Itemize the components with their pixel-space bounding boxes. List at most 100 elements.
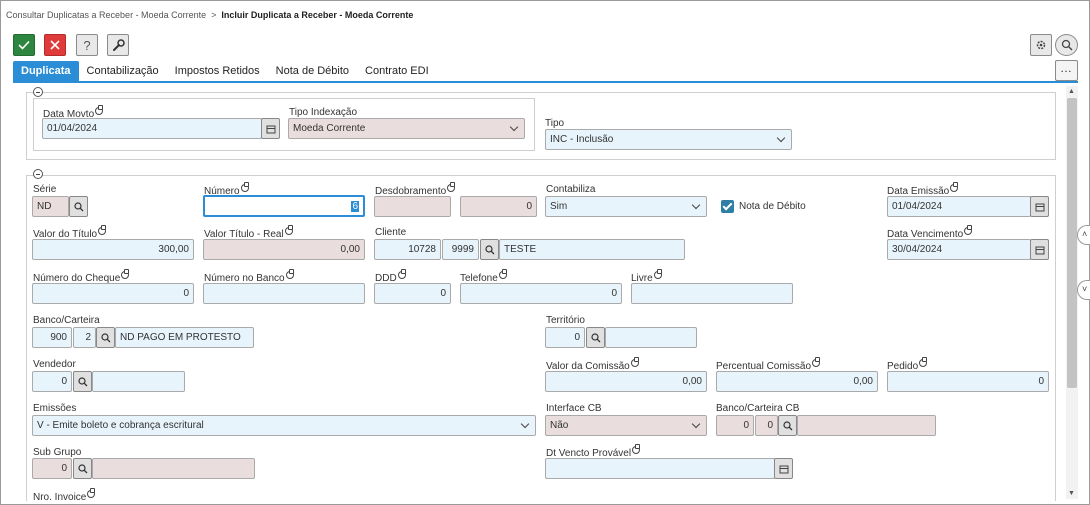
tools-button[interactable] <box>107 34 129 56</box>
breadcrumb: Consultar Duplicatas a Receber - Moeda C… <box>6 10 414 20</box>
sub-grupo-input[interactable]: 0 <box>32 458 72 479</box>
cliente-name-input[interactable]: TESTE <box>499 239 685 260</box>
scrollbar-thumb[interactable] <box>1067 98 1077 388</box>
search-icon <box>590 332 600 342</box>
banco-carteira-search-button[interactable] <box>96 327 115 348</box>
contabiliza-label: Contabiliza <box>546 184 596 195</box>
tipo-label: Tipo <box>545 118 565 129</box>
cliente-code-input[interactable]: 10728 <box>374 239 441 260</box>
banco-carteira-desc-input[interactable]: ND PAGO EM PROTESTO <box>115 327 254 348</box>
nro-invoice-label: Nro. Invoice <box>33 488 96 503</box>
vendedor-desc-input[interactable] <box>92 371 185 392</box>
side-expand-down-button[interactable]: ˅ <box>1077 280 1090 300</box>
numero-input[interactable]: 6 <box>203 195 365 217</box>
chevron-down-icon <box>691 419 701 429</box>
more-options-button[interactable]: … <box>1055 60 1078 81</box>
search-icon <box>100 332 110 342</box>
data-movto-input[interactable]: 01/04/2024 <box>42 118 262 139</box>
breadcrumb-current: Incluir Duplicata a Receber - Moeda Corr… <box>221 10 414 20</box>
tipo-indexacao-select[interactable]: Moeda Corrente <box>288 118 525 139</box>
vendedor-input[interactable]: 0 <box>32 371 72 392</box>
sub-grupo-search-button[interactable] <box>73 458 92 479</box>
serie-input[interactable]: ND <box>32 196 69 217</box>
data-vencimento-calendar-button[interactable] <box>1030 239 1049 260</box>
ddd-input[interactable]: 0 <box>374 283 451 304</box>
breadcrumb-parent[interactable]: Consultar Duplicatas a Receber - Moeda C… <box>6 10 206 20</box>
search-icon <box>1061 39 1072 51</box>
collapse-section-icon[interactable] <box>33 87 43 97</box>
data-movto-calendar-button[interactable] <box>261 118 280 139</box>
serie-search-button[interactable] <box>69 196 88 217</box>
territorio-search-button[interactable] <box>586 327 605 348</box>
tab-nota-debito[interactable]: Nota de Débito <box>268 61 357 82</box>
chevron-down-icon <box>509 122 519 132</box>
cancel-button[interactable] <box>44 34 66 56</box>
percentual-comissao-input[interactable]: 0,00 <box>716 371 878 392</box>
nota-debito-label: Nota de Débito <box>739 201 806 212</box>
tab-duplicata[interactable]: Duplicata <box>13 61 79 82</box>
search-icon <box>77 463 87 473</box>
contabiliza-select[interactable]: Sim <box>545 196 707 217</box>
search-icon <box>77 376 87 386</box>
calendar-icon <box>266 125 275 133</box>
search-icon <box>484 244 494 254</box>
valor-titulo-input[interactable]: 300,00 <box>32 239 194 260</box>
data-vencimento-input[interactable]: 30/04/2024 <box>887 239 1031 260</box>
desdobramento-input-2[interactable]: 0 <box>460 196 537 217</box>
territorio-label: Território <box>546 315 585 326</box>
ellipsis-icon: … <box>1060 60 1073 75</box>
dt-vencto-provavel-calendar-button[interactable] <box>774 458 793 479</box>
data-emissao-calendar-button[interactable] <box>1030 196 1049 217</box>
cliente-label: Cliente <box>375 227 407 238</box>
scroll-up-arrow-icon[interactable]: ▲ <box>1068 88 1075 95</box>
desdobramento-input-1[interactable] <box>374 196 451 217</box>
banco-input[interactable]: 900 <box>32 327 72 348</box>
tipo-indexacao-label: Tipo Indexação <box>289 107 358 118</box>
territorio-desc-input[interactable] <box>605 327 697 348</box>
chevron-down-icon: ˅ <box>1082 284 1088 294</box>
numero-banco-input[interactable] <box>203 283 365 304</box>
close-icon <box>50 40 60 50</box>
collapse-section-icon[interactable] <box>33 169 43 179</box>
telefone-input[interactable]: 0 <box>460 283 622 304</box>
sub-grupo-desc-input[interactable] <box>92 458 255 479</box>
calendar-icon <box>1035 246 1044 254</box>
tab-contabilizacao[interactable]: Contabilização <box>79 61 167 82</box>
valor-comissao-input[interactable]: 0,00 <box>545 371 707 392</box>
livre-input[interactable] <box>631 283 793 304</box>
valor-titulo-real-input[interactable]: 0,00 <box>203 239 365 260</box>
numero-cheque-input[interactable]: 0 <box>32 283 194 304</box>
banco-carteira-cb-search-button[interactable] <box>778 415 797 436</box>
scroll-down-arrow-icon[interactable]: ▼ <box>1068 490 1075 497</box>
settings-button[interactable] <box>1030 34 1052 56</box>
chevron-up-icon: ˄ <box>1082 229 1088 239</box>
cliente-sub-input[interactable]: 9999 <box>442 239 479 260</box>
tab-impostos-retidos[interactable]: Impostos Retidos <box>167 61 268 82</box>
nota-debito-checkbox[interactable] <box>721 200 734 213</box>
tab-contrato-edi[interactable]: Contrato EDI <box>357 61 437 82</box>
data-emissao-input[interactable]: 01/04/2024 <box>887 196 1031 217</box>
emissoes-select[interactable]: V - Emite boleto e cobrança escritural <box>32 415 536 436</box>
search-icon <box>782 420 792 430</box>
banco-carteira-label: Banco/Carteira <box>33 315 100 326</box>
tipo-select[interactable]: INC - Inclusão <box>545 129 792 150</box>
banco-carteira-cb-desc-input[interactable] <box>797 415 936 436</box>
vendedor-search-button[interactable] <box>73 371 92 392</box>
help-label: ? <box>83 37 91 53</box>
cliente-search-button[interactable] <box>480 239 499 260</box>
territorio-input[interactable]: 0 <box>545 327 585 348</box>
vendedor-label: Vendedor <box>33 359 76 370</box>
pedido-input[interactable]: 0 <box>887 371 1049 392</box>
carteira-cb-input[interactable]: 0 <box>755 415 778 436</box>
side-collapse-up-button[interactable]: ˄ <box>1077 225 1090 245</box>
sub-grupo-label: Sub Grupo <box>33 447 82 458</box>
calendar-icon <box>779 465 788 473</box>
dt-vencto-provavel-input[interactable] <box>545 458 775 479</box>
confirm-button[interactable] <box>13 34 35 56</box>
help-button[interactable]: ? <box>76 34 98 56</box>
interface-cb-select[interactable]: Não <box>545 415 707 436</box>
search-button[interactable] <box>1055 34 1078 56</box>
emissoes-label: Emissões <box>33 403 77 414</box>
banco-cb-input[interactable]: 0 <box>716 415 754 436</box>
carteira-input[interactable]: 2 <box>73 327 96 348</box>
